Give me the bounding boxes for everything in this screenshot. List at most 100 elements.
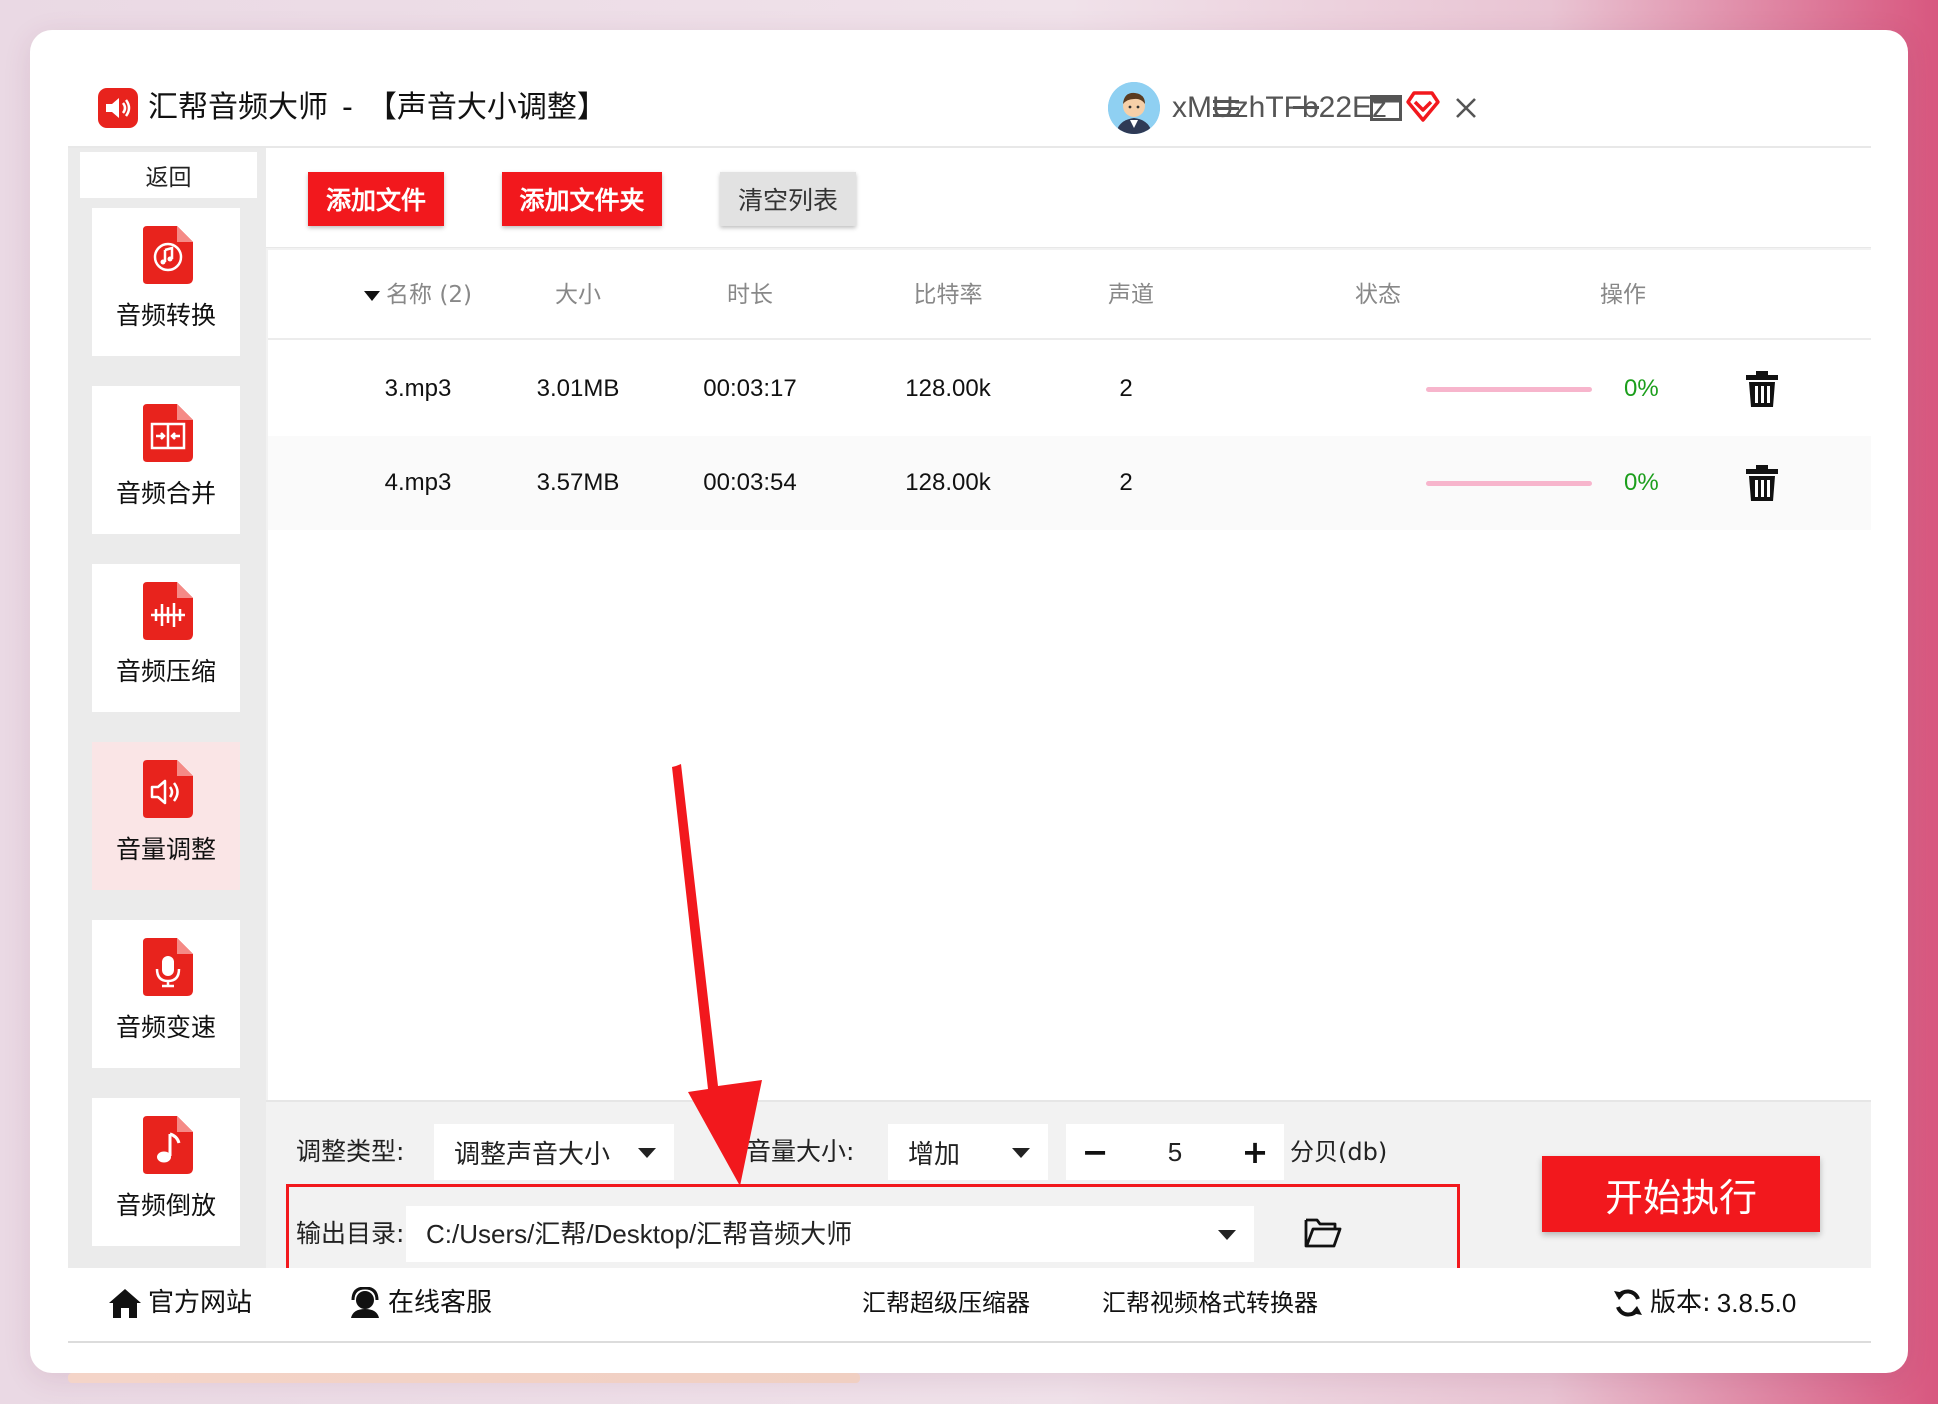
window-title: 汇帮音频大师 - 【声音大小调整】 xyxy=(148,88,607,128)
sidebar-item-audio-speed[interactable]: 音频变速 xyxy=(92,920,240,1068)
add-folder-button[interactable]: 添加文件夹 xyxy=(502,172,662,226)
unit-label: 分贝(db) xyxy=(1290,1138,1388,1166)
title-separator: - xyxy=(342,90,353,125)
home-icon xyxy=(109,1289,141,1318)
column-header-name[interactable]: 名称 (2) xyxy=(338,250,498,340)
version-label: 版本: xyxy=(1650,1288,1711,1318)
online-support-link[interactable]: 在线客服 xyxy=(348,1268,492,1338)
cell-channels: 2 xyxy=(1119,469,1133,496)
sidebar-item-audio-reverse[interactable]: 音频倒放 xyxy=(92,1098,240,1246)
settings-panel: 调整类型: 调整声音大小 音量大小: 增加 − 5 + 分贝(db) 输出目录:… xyxy=(266,1100,1871,1272)
add-file-button[interactable]: 添加文件 xyxy=(308,172,444,226)
sidebar-item-label: 音频合并 xyxy=(115,479,216,508)
volume-label: 音量大小: xyxy=(746,1137,855,1166)
output-dir-select[interactable]: C:/Users/汇帮/Desktop/汇帮音频大师 xyxy=(406,1206,1254,1262)
column-header-duration: 时长 xyxy=(727,282,773,308)
audio-convert-icon xyxy=(139,226,193,284)
cell-size: 3.57MB xyxy=(536,469,620,496)
cell-bitrate: 128.00k xyxy=(905,469,991,496)
chevron-down-icon xyxy=(1218,1230,1236,1240)
volume-stepper: − 5 + xyxy=(1066,1124,1284,1180)
back-button[interactable]: 返回 xyxy=(80,152,257,198)
cell-name: 3.mp3 xyxy=(384,375,452,402)
folder-icon[interactable] xyxy=(1304,1216,1342,1248)
main-panel: 添加文件 添加文件夹 清空列表 名称 (2) 大小 时长 比特率 声道 状态 操… xyxy=(266,148,1871,1272)
cell-duration: 00:03:17 xyxy=(703,375,797,402)
volume-mode-value: 增加 xyxy=(908,1139,961,1170)
headset-icon xyxy=(351,1287,379,1318)
online-support-label: 在线客服 xyxy=(388,1288,493,1318)
increment-button[interactable]: + xyxy=(1230,1124,1280,1180)
progress-bar xyxy=(1426,387,1592,392)
progress-bar xyxy=(1426,481,1592,486)
cell-size: 3.01MB xyxy=(536,375,620,402)
sidebar-item-audio-merge[interactable]: 音频合并 xyxy=(92,386,240,534)
maximize-icon[interactable] xyxy=(1366,88,1406,128)
refresh-icon xyxy=(1614,1289,1642,1317)
column-header-status: 状态 xyxy=(1355,282,1401,308)
official-website-label: 官方网站 xyxy=(148,1288,253,1318)
file-table: 名称 (2) 大小 时长 比特率 声道 状态 操作 3.mp3 3.01MB 0… xyxy=(268,250,1871,1100)
video-converter-link[interactable]: 汇帮视频格式转换器 xyxy=(1102,1268,1318,1338)
sidebar-item-volume-adjust[interactable]: 音量调整 xyxy=(92,742,240,890)
sidebar-item-label: 音量调整 xyxy=(115,835,216,864)
volume-icon xyxy=(139,760,193,818)
music-note-icon xyxy=(139,1116,193,1174)
app-window: 汇帮音频大师 - 【声音大小调整】 xMUzhTFb22Ez 返回 音频转换 音… xyxy=(68,68,1871,1343)
cell-bitrate: 128.00k xyxy=(905,375,991,402)
sidebar-item-label: 音频压缩 xyxy=(115,657,216,686)
sidebar-item-audio-convert[interactable]: 音频转换 xyxy=(92,208,240,356)
toolbar: 添加文件 添加文件夹 清空列表 xyxy=(266,148,1871,248)
table-row[interactable]: 4.mp3 3.57MB 00:03:54 128.00k 2 0% xyxy=(268,436,1871,530)
title-bar: 汇帮音频大师 - 【声音大小调整】 xMUzhTFb22Ez xyxy=(68,68,1871,148)
sidebar-item-audio-compress[interactable]: 音频压缩 xyxy=(92,564,240,712)
decorative-strip xyxy=(68,1373,860,1383)
official-website-link[interactable]: 官方网站 xyxy=(108,1268,252,1338)
sidebar-item-label: 音频变速 xyxy=(115,1013,216,1042)
cell-duration: 00:03:54 xyxy=(703,469,797,496)
column-header-size: 大小 xyxy=(555,282,601,308)
version-info[interactable]: 版本: 3.8.5.0 xyxy=(1612,1268,1796,1338)
clear-list-button[interactable]: 清空列表 xyxy=(720,172,856,226)
table-row[interactable]: 3.mp3 3.01MB 00:03:17 128.00k 2 0% xyxy=(268,342,1871,436)
adjust-type-label: 调整类型: xyxy=(296,1137,405,1166)
close-icon[interactable] xyxy=(1446,88,1486,128)
cell-channels: 2 xyxy=(1119,375,1133,402)
vip-diamond-icon[interactable] xyxy=(1404,88,1442,124)
cell-name: 4.mp3 xyxy=(384,469,452,496)
app-name: 汇帮音频大师 xyxy=(148,90,328,125)
compressor-link[interactable]: 汇帮超级压缩器 xyxy=(862,1268,1030,1338)
audio-compress-icon xyxy=(139,582,193,640)
column-header-channels: 声道 xyxy=(1108,282,1154,308)
output-dir-label: 输出目录: xyxy=(296,1219,405,1248)
footer: 官方网站 在线客服 汇帮超级压缩器 汇帮视频格式转换器 版本: 3.8.5.0 xyxy=(68,1268,1871,1343)
app-logo-icon xyxy=(98,88,138,128)
chevron-down-icon xyxy=(1012,1148,1030,1158)
volume-mode-select[interactable]: 增加 xyxy=(888,1124,1048,1180)
minimize-icon[interactable] xyxy=(1286,88,1326,128)
trash-icon[interactable] xyxy=(1744,370,1780,408)
table-header: 名称 (2) 大小 时长 比特率 声道 状态 操作 xyxy=(268,250,1871,340)
trash-icon[interactable] xyxy=(1744,464,1780,502)
volume-value[interactable]: 5 xyxy=(1130,1124,1220,1180)
decrement-button[interactable]: − xyxy=(1070,1124,1120,1180)
progress-percent: 0% xyxy=(1624,469,1659,496)
chevron-down-icon xyxy=(638,1148,656,1158)
column-header-bitrate: 比特率 xyxy=(913,282,983,308)
menu-icon[interactable] xyxy=(1206,88,1246,128)
sidebar: 返回 音频转换 音频合并 音频压缩 音量调整 音频变速 音频倒放 xyxy=(68,148,266,1268)
sidebar-item-label: 音频倒放 xyxy=(115,1191,216,1220)
sidebar-item-label: 音频转换 xyxy=(115,301,216,330)
output-dir-path: C:/Users/汇帮/Desktop/汇帮音频大师 xyxy=(426,1219,853,1249)
username: xMUzhTFb22Ez xyxy=(1172,91,1388,124)
progress-percent: 0% xyxy=(1624,375,1659,402)
column-header-action: 操作 xyxy=(1600,282,1646,308)
sort-desc-icon xyxy=(364,290,381,301)
start-button[interactable]: 开始执行 xyxy=(1542,1156,1820,1232)
adjust-type-value: 调整声音大小 xyxy=(454,1139,611,1170)
microphone-icon xyxy=(139,938,193,996)
user-avatar[interactable] xyxy=(1108,82,1160,134)
module-name: 【声音大小调整】 xyxy=(366,90,607,125)
adjust-type-select[interactable]: 调整声音大小 xyxy=(434,1124,674,1180)
header-name-label: 名称 (2) xyxy=(386,282,472,308)
